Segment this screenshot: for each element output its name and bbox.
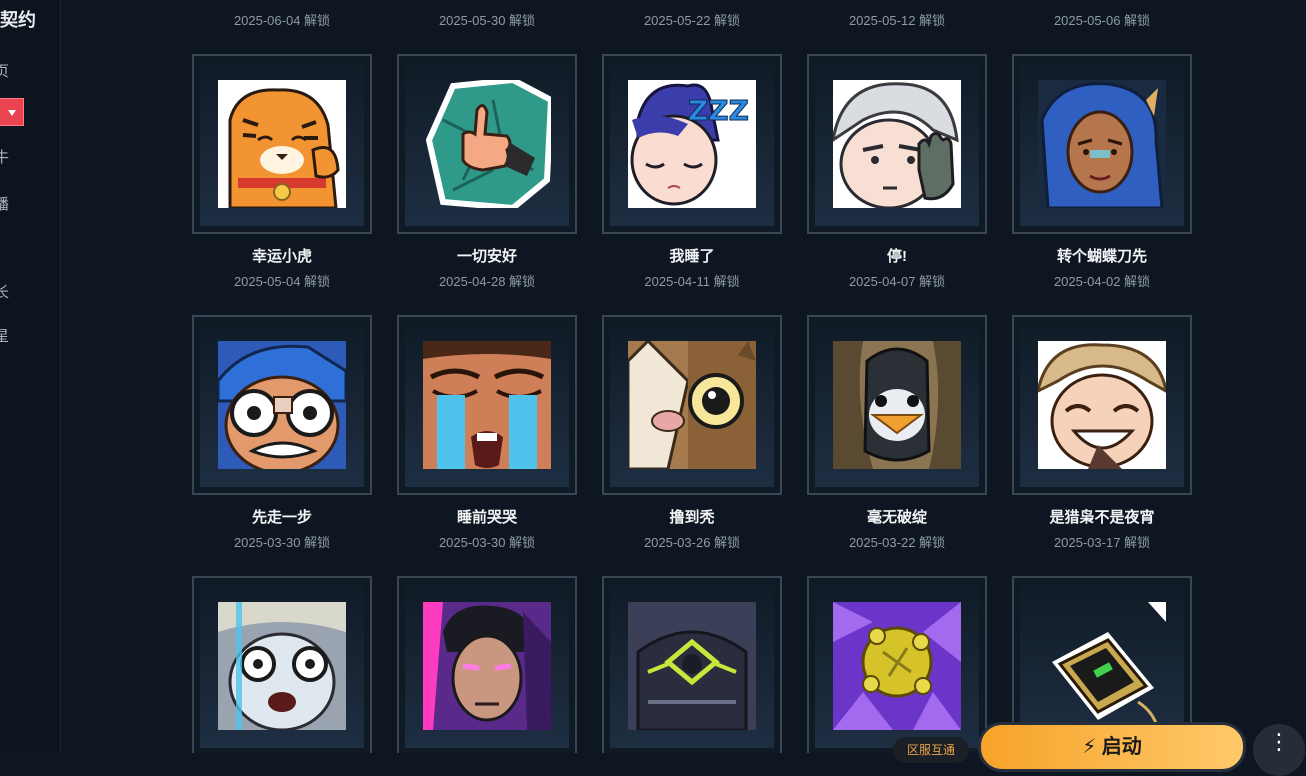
top-date-4: 2025-05-12 解锁 [848, 13, 946, 28]
sticker-frame: ZZZ [602, 54, 782, 234]
sticker-name: 撸到秃 [669, 509, 715, 526]
sticker-name: 毫无破绽 [866, 509, 927, 526]
sticker-frame [397, 54, 577, 234]
penguin-sticker-icon [833, 341, 961, 469]
more-icon: ⋮ [1268, 729, 1290, 754]
sticker-unlock-date: 2025-04-28 解锁 [438, 274, 536, 289]
sticker-unlock-date: 2025-04-07 解锁 [848, 274, 946, 289]
sticker-frame [602, 576, 782, 753]
sidebar-item-7[interactable]: 星 [0, 325, 9, 346]
crying-face-sticker-icon [423, 341, 551, 469]
sticker-name: 我睡了 [669, 248, 715, 265]
sticker-frame [192, 315, 372, 495]
sticker-frame [807, 54, 987, 234]
yellow-orb-sticker-icon [833, 602, 961, 730]
launch-label: 启动 [1101, 736, 1142, 758]
sidebar-item-6[interactable]: 长 [0, 281, 9, 302]
sidebar-title: 契约 [0, 10, 36, 30]
sticker-name: 睡前哭哭 [456, 509, 517, 526]
sticker-name: 幸运小虎 [251, 248, 312, 265]
sticker-unlock-date: 2025-03-17 解锁 [1053, 535, 1151, 550]
sidebar-item-3[interactable]: 牛 [0, 146, 9, 167]
sticker-unlock-date: 2025-03-30 解锁 [438, 535, 536, 550]
sticker-unlock-date: 2025-05-04 解锁 [233, 274, 331, 289]
sticker-name: 先走一步 [251, 509, 312, 526]
top-date-5: 2025-05-06 解锁 [1053, 13, 1151, 28]
sidebar: 契约 页 牛 播 - 长 星 [0, 0, 61, 753]
sticker-frame [602, 315, 782, 495]
shocked-face-sticker-icon [218, 602, 346, 730]
sidebar-item-1[interactable]: 页 [0, 60, 9, 81]
svg-text:ZZZ: ZZZ [688, 94, 749, 127]
sticker-name: 一切安好 [456, 248, 517, 265]
bolt-icon: ⚡ [1082, 736, 1102, 758]
sticker-grid: 2025-06-04 解锁 2025-05-30 解锁 2025-05-22 解… [60, 0, 1306, 753]
stop-hand-sticker-icon [833, 80, 961, 208]
owl-cat-sticker-icon [628, 341, 756, 469]
more-menu-button[interactable]: ⋮ [1253, 724, 1305, 776]
sticker-unlock-date: 2025-03-22 解锁 [848, 535, 946, 550]
sticker-frame [397, 576, 577, 753]
sticker-frame [397, 315, 577, 495]
region-badge[interactable]: 区服互通 [893, 737, 969, 763]
sidebar-dropdown[interactable] [0, 98, 24, 126]
thumbs-up-sticker-icon [425, 80, 551, 208]
sticker-frame [807, 315, 987, 495]
sticker-unlock-date: 2025-03-26 解锁 [643, 535, 741, 550]
sticker-frame [192, 576, 372, 753]
sticker-name: 是猎枭不是夜宵 [1049, 509, 1155, 526]
sticker-frame [807, 576, 987, 753]
scared-face-sticker-icon [218, 341, 346, 469]
laughing-face-sticker-icon [1038, 341, 1166, 469]
sticker-frame [1012, 54, 1192, 234]
sticker-name: 转个蝴蝶刀先 [1056, 248, 1147, 265]
top-date-1: 2025-06-04 解锁 [233, 13, 331, 28]
sleeping-face-sticker-icon: ZZZ [628, 80, 756, 208]
top-date-2: 2025-05-30 解锁 [438, 13, 536, 28]
sticker-name: 停! [887, 248, 907, 265]
power-bank-sticker-icon [1052, 602, 1166, 730]
sticker-unlock-date: 2025-04-11 解锁 [644, 274, 740, 289]
sticker-unlock-date: 2025-04-02 解锁 [1053, 274, 1151, 289]
sticker-frame [192, 54, 372, 234]
neon-agent-sticker-icon [423, 602, 551, 730]
sidebar-item-4[interactable]: 播 [0, 193, 9, 214]
launch-button[interactable]: ⚡ 启动 [978, 722, 1246, 772]
sticker-frame [1012, 315, 1192, 495]
tiger-sticker-icon [218, 80, 346, 208]
robot-helmet-sticker-icon [628, 602, 756, 730]
blue-hair-agent-sticker-icon [1038, 80, 1166, 208]
sticker-unlock-date: 2025-03-30 解锁 [233, 535, 331, 550]
top-date-3: 2025-05-22 解锁 [643, 13, 741, 28]
